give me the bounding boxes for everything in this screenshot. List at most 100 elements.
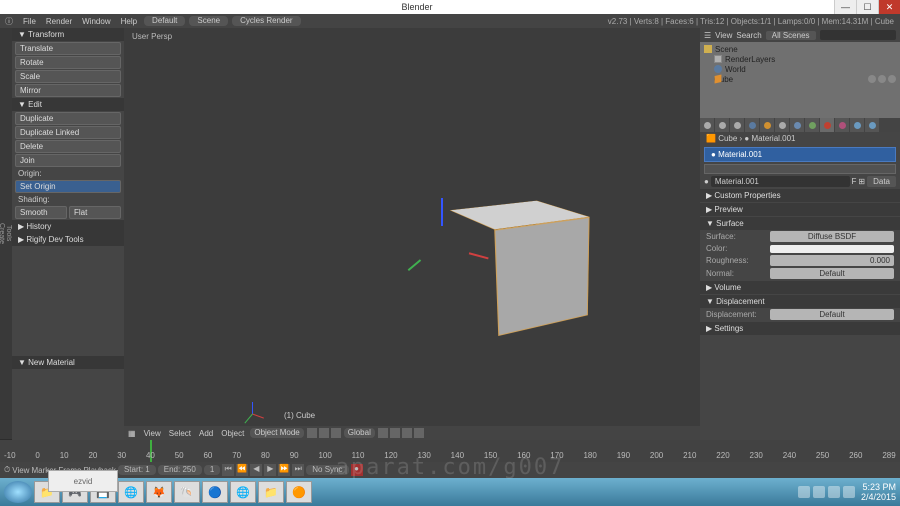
shade-smooth-button[interactable]: Smooth [15,206,67,219]
taskbar-app-icon[interactable]: 📁 [258,481,284,503]
mode-dropdown[interactable]: Object Mode [250,428,303,438]
render-engine-dropdown[interactable]: Cycles Render [232,16,300,26]
shading-mode-icon[interactable] [307,428,317,438]
vp-menu-add[interactable]: Add [195,429,217,438]
tab-modifiers[interactable] [790,118,804,132]
window-close-button[interactable]: ✕ [878,0,900,14]
taskbar-blender-icon[interactable]: 🟠 [286,481,312,503]
last-operator-header[interactable]: ▼ New Material [12,356,124,369]
delete-button[interactable]: Delete [15,140,121,153]
sync-dropdown[interactable]: No Sync [306,465,348,475]
tab-renderlayers[interactable] [715,118,729,132]
gizmo-z-axis[interactable] [441,198,443,226]
jump-start-icon[interactable]: ⏮ [222,464,234,476]
tab-texture[interactable] [835,118,849,132]
tab-create[interactable]: Create [0,28,5,440]
system-clock[interactable]: 5:23 PM 2/4/2015 [861,482,896,502]
timeline-editor-type-icon[interactable]: ⏱ [4,465,10,475]
pivot-icon[interactable] [319,428,329,438]
tab-data[interactable] [805,118,819,132]
section-surface[interactable]: ▼ Surface [700,217,900,230]
menu-render[interactable]: Render [41,17,77,26]
translate-button[interactable]: Translate [15,42,121,55]
mirror-button[interactable]: Mirror [15,84,121,97]
section-custom-props[interactable]: ▶ Custom Properties [700,189,900,202]
section-settings[interactable]: ▶ Settings [700,322,900,335]
render-preview-icon[interactable] [414,428,424,438]
fake-user-icon[interactable]: F [852,177,857,186]
scale-button[interactable]: Scale [15,70,121,83]
taskbar-app-icon[interactable]: 🔵 [202,481,228,503]
vp-menu-object[interactable]: Object [217,429,248,438]
material-link-dropdown[interactable]: Data [867,176,896,187]
tl-menu-view[interactable]: View [12,466,29,475]
tab-render[interactable] [700,118,714,132]
outliner-search-input[interactable] [820,30,896,40]
material-browse-icon[interactable]: ● [704,177,709,186]
orientation-dropdown[interactable]: Global [344,428,375,438]
vp-menu-select[interactable]: Select [165,429,195,438]
manipulator-icon[interactable] [331,428,341,438]
renderable-icon[interactable] [888,75,896,83]
material-name-input[interactable]: Material.001 [711,176,850,187]
section-preview[interactable]: ▶ Preview [700,203,900,216]
visibility-icon[interactable] [868,75,876,83]
tab-constraints[interactable] [775,118,789,132]
rotate-button[interactable]: Rotate [15,56,121,69]
outliner-cube[interactable]: Cube [700,74,900,84]
tab-tools[interactable]: Tools [5,28,12,440]
shade-flat-button[interactable]: Flat [69,206,121,219]
outliner-scene[interactable]: Scene [700,44,900,54]
jump-end-icon[interactable]: ⏭ [292,464,304,476]
tray-icon[interactable] [813,486,825,498]
taskbar-app-icon[interactable]: 🌐 [230,481,256,503]
menu-window[interactable]: Window [77,17,115,26]
gizmo-y-axis[interactable] [407,259,421,271]
nodes-icon[interactable]: ⊞ [858,177,865,186]
outliner-renderlayers[interactable]: RenderLayers [700,54,900,64]
outliner-world[interactable]: World [700,64,900,74]
3d-viewport[interactable]: User Persp (1) Cube ▦ View Select Add Ob… [124,28,700,440]
screen-layout-dropdown[interactable]: Default [144,16,185,26]
normal-dropdown[interactable]: Default [770,268,894,279]
vp-menu-view[interactable]: View [140,429,165,438]
selectable-icon[interactable] [878,75,886,83]
snap-icon[interactable] [402,428,412,438]
outliner-search-menu[interactable]: Search [736,31,761,40]
window-minimize-button[interactable]: — [834,0,856,14]
transform-header[interactable]: ▼ Transform [12,28,124,41]
taskbar-app-icon[interactable]: 🐚 [174,481,200,503]
end-frame-input[interactable]: End: 250 [158,465,202,475]
history-header[interactable]: ▶ History [12,220,124,233]
duplicate-linked-button[interactable]: Duplicate Linked [15,126,121,139]
tray-icon[interactable] [843,486,855,498]
keyframe-next-icon[interactable]: ⏩ [278,464,290,476]
join-button[interactable]: Join [15,154,121,167]
layers-icon[interactable] [390,428,400,438]
default-cube[interactable] [469,213,649,393]
set-origin-button[interactable]: Set Origin [15,180,121,193]
start-button[interactable] [4,481,32,503]
section-displacement[interactable]: ▼ Displacement [700,295,900,308]
tab-object[interactable] [760,118,774,132]
tab-particles[interactable] [850,118,864,132]
color-swatch[interactable] [770,245,894,253]
tray-icon[interactable] [828,486,840,498]
play-reverse-icon[interactable]: ◀ [250,464,262,476]
menu-help[interactable]: Help [116,17,142,26]
taskbar-app-icon[interactable]: 🦊 [146,481,172,503]
editor-type-icon[interactable]: ▦ [124,429,140,438]
autokey-icon[interactable]: ● [351,464,363,476]
material-slot[interactable]: ● Material.001 [704,147,896,162]
tab-physics[interactable] [865,118,879,132]
outliner-view-menu[interactable]: View [715,31,732,40]
tab-material[interactable] [820,118,834,132]
layers-icon[interactable] [378,428,388,438]
tab-scene[interactable] [730,118,744,132]
keyframe-prev-icon[interactable]: ⏪ [236,464,248,476]
start-frame-input[interactable]: Start: 1 [118,465,156,475]
system-tray[interactable] [798,486,855,498]
rigify-header[interactable]: ▶ Rigify Dev Tools [12,233,124,246]
tray-icon[interactable] [798,486,810,498]
outliner-filter-dropdown[interactable]: All Scenes [766,31,816,40]
